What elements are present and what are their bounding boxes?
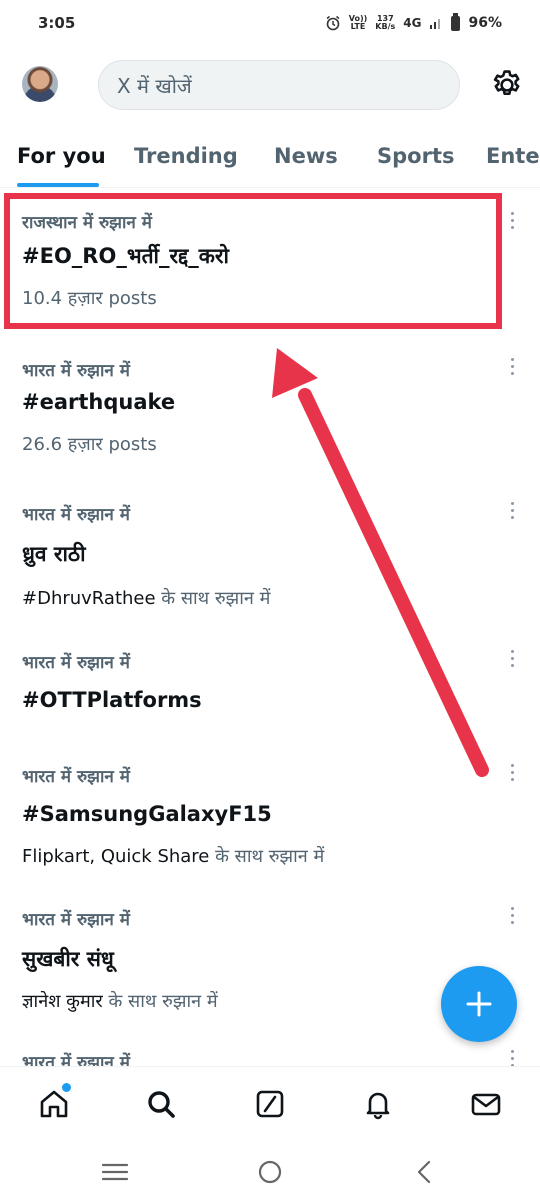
trend-related-suffix: के साथ रुझान में [102, 991, 218, 1012]
status-time: 3:05 [38, 14, 76, 32]
tab-trending[interactable]: Trending [134, 144, 238, 168]
trend-related-suffix: के साथ रुझान में [155, 588, 271, 609]
notification-dot [60, 1081, 73, 1094]
trend-title: #earthquake [22, 390, 176, 414]
status-icons: Vo)) LTE 137 KB/s 4G 96% [325, 12, 502, 31]
recents-icon[interactable] [100, 1158, 130, 1186]
alarm-icon [326, 15, 340, 31]
trend-context: भारत में रुझान में [22, 653, 130, 673]
trend-context: भारत में रुझान में [22, 361, 130, 381]
search-placeholder: X में खोजें [117, 73, 192, 98]
explore-tabs: For you Trending News Sports Ente [0, 126, 540, 188]
more-options-icon[interactable] [507, 764, 517, 786]
more-options-icon[interactable] [507, 650, 517, 672]
system-nav-bar [0, 1142, 540, 1200]
trend-related-suffix: के साथ रुझान में [209, 846, 325, 867]
active-tab-indicator [17, 183, 99, 187]
more-options-icon[interactable] [507, 358, 517, 380]
trend-related: Flipkart, Quick Share के साथ रुझान में [22, 844, 324, 868]
trend-title: ध्रुव राठी [22, 542, 86, 566]
trend-related-tags: #DhruvRathee [22, 588, 156, 609]
tab-sports[interactable]: Sports [377, 144, 454, 168]
tab-entertainment[interactable]: Ente [486, 144, 540, 168]
trend-title: #SamsungGalaxyF15 [22, 802, 272, 826]
trend-related: #DhruvRathee के साथ रुझान में [22, 586, 270, 610]
more-options-icon[interactable] [507, 502, 517, 524]
trend-context: भारत में रुझान में [22, 505, 130, 525]
header: X में खोजें [0, 56, 540, 118]
plus-icon [466, 991, 492, 1017]
trend-post-count: 26.6 हज़ार posts [22, 434, 157, 455]
trend-title: सुखबीर संधू [22, 947, 114, 971]
search-input[interactable]: X में खोजें [98, 60, 460, 110]
compose-button[interactable] [441, 966, 517, 1042]
messages-icon[interactable] [469, 1087, 503, 1121]
back-icon[interactable] [410, 1158, 440, 1186]
gear-icon[interactable] [490, 68, 524, 102]
notifications-icon[interactable] [361, 1087, 395, 1121]
volte-indicator: Vo)) LTE [348, 14, 368, 31]
home-circle-icon[interactable] [255, 1158, 285, 1186]
network-speed: 137 KB/s [375, 14, 396, 31]
grok-icon[interactable] [253, 1087, 287, 1121]
trend-context: भारत में रुझान में [22, 910, 130, 930]
battery-icon [451, 12, 461, 31]
trend-title: #OTTPlatforms [22, 688, 202, 712]
bottom-nav [0, 1066, 540, 1143]
more-options-icon[interactable] [507, 212, 517, 234]
explore-screen: 3:05 Vo)) LTE 137 KB/s 4G 96% X में खोजे… [0, 0, 540, 1200]
trend-related-tags: Flipkart, Quick Share [22, 846, 210, 867]
highlight-box [4, 193, 502, 329]
trend-related-tags: ज्ञानेश कुमार [22, 991, 103, 1012]
trend-related: ज्ञानेश कुमार के साथ रुझान में [22, 989, 218, 1013]
signal-icon [430, 19, 441, 29]
tab-for-you[interactable]: For you [17, 144, 106, 168]
avatar[interactable] [22, 66, 58, 102]
tab-news[interactable]: News [274, 144, 338, 168]
more-options-icon[interactable] [507, 907, 517, 929]
battery-percent: 96% [468, 15, 502, 31]
status-bar: 3:05 Vo)) LTE 137 KB/s 4G 96% [0, 0, 540, 46]
search-icon[interactable] [144, 1087, 178, 1121]
trend-context: भारत में रुझान में [22, 767, 130, 787]
network-type: 4G [403, 16, 422, 30]
